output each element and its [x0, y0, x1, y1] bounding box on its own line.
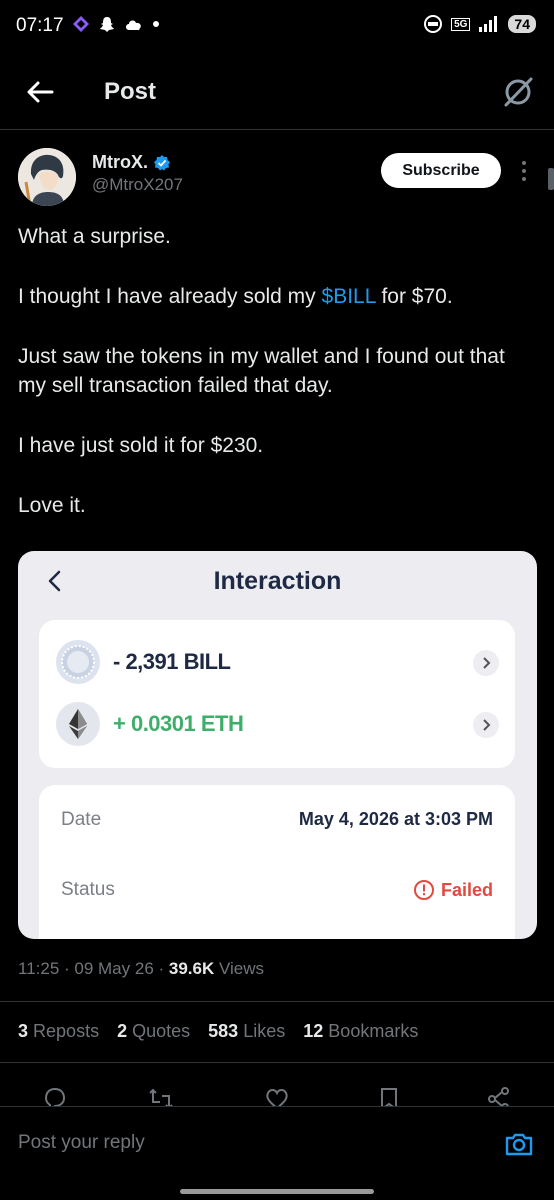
transaction-amount: + 0.0301 ETH — [113, 711, 244, 736]
divider — [0, 1062, 554, 1063]
signal-icon — [479, 16, 498, 32]
reply-input[interactable]: Post your reply — [18, 1132, 145, 1154]
page-title: Post — [104, 78, 157, 105]
post-date: 09 May 26 — [74, 959, 154, 978]
more-options-icon[interactable] — [516, 158, 532, 184]
post-meta: 11:25 · 09 May 26 · 39.6K Views — [18, 959, 265, 978]
attached-image[interactable]: Interaction - 2,391 BILL + 0.0301 ETH Da… — [18, 551, 537, 939]
dot-icon — [153, 21, 159, 27]
post-line: I thought I have already sold my $BILL f… — [18, 285, 453, 308]
share-icon[interactable] — [486, 1086, 512, 1106]
transaction-row-bill: - 2,391 BILL — [55, 639, 501, 685]
views-label: Views — [219, 959, 265, 978]
back-arrow-icon[interactable] — [24, 76, 56, 108]
scrollbar-thumb[interactable] — [548, 168, 554, 190]
grok-icon[interactable] — [500, 74, 536, 110]
network-label: 5G — [451, 17, 471, 31]
transaction-list: - 2,391 BILL + 0.0301 ETH — [39, 620, 515, 768]
date-label: Date — [61, 809, 102, 830]
status-time: 07:17 — [16, 15, 64, 36]
home-indicator[interactable] — [180, 1189, 374, 1194]
repost-icon[interactable] — [148, 1086, 174, 1106]
post-line: I have just sold it for $230. — [18, 434, 264, 457]
status-label: Status — [61, 879, 115, 900]
reposts-stat[interactable]: 3 Reposts — [18, 1021, 99, 1042]
cloud-icon — [126, 20, 141, 30]
author-name-row[interactable]: MtroX. — [92, 152, 171, 173]
post-body: What a surprise. I thought I have alread… — [18, 222, 538, 551]
alert-icon — [413, 880, 434, 900]
action-bar — [0, 1082, 554, 1106]
bookmarks-stat[interactable]: 12 Bookmarks — [303, 1021, 418, 1042]
reply-icon[interactable] — [42, 1086, 68, 1106]
transaction-amount: - 2,391 BILL — [113, 649, 231, 674]
bill-token-icon — [56, 640, 100, 684]
avatar[interactable] — [18, 148, 76, 206]
post-line: Just saw the tokens in my wallet and I f… — [18, 345, 505, 397]
engagement-stats: 3 Reposts 2 Quotes 583 Likes 12 Bookmark… — [18, 1021, 418, 1042]
top-bar: Post — [0, 56, 554, 130]
views-count: 39.6K — [168, 959, 215, 978]
post-time: 11:25 — [18, 959, 60, 978]
chevron-right-icon — [473, 650, 499, 676]
status-value: Failed — [440, 879, 493, 900]
post-line: What a surprise. — [18, 225, 171, 248]
transaction-row-eth: + 0.0301 ETH — [55, 701, 501, 747]
author-handle[interactable]: @MtroX207 — [92, 175, 183, 195]
app-notification-icon — [73, 16, 89, 32]
divider — [0, 1001, 554, 1002]
transaction-details: Date May 4, 2026 at 3:03 PM Status Faile… — [39, 785, 515, 939]
bookmark-icon[interactable] — [376, 1086, 402, 1106]
camera-icon[interactable] — [504, 1129, 534, 1159]
date-value: May 4, 2026 at 3:03 PM — [298, 809, 493, 829]
subscribe-button[interactable]: Subscribe — [381, 153, 501, 188]
likes-stat[interactable]: 583 Likes — [208, 1021, 285, 1042]
battery-indicator: 74 — [508, 15, 536, 33]
author-name[interactable]: MtroX. — [92, 152, 148, 173]
focus-mode-icon — [424, 15, 443, 33]
post-line: Love it. — [18, 494, 86, 517]
card-title: Interaction — [213, 567, 342, 595]
status-bar: 07:17 5G 74 — [0, 0, 554, 56]
status-value-row: Failed — [413, 879, 493, 901]
chevron-right-icon — [473, 712, 499, 738]
snapchat-icon — [100, 17, 114, 32]
reply-bar: Post your reply — [0, 1106, 554, 1200]
verified-badge-icon — [154, 154, 170, 170]
eth-token-icon — [56, 702, 100, 746]
quotes-stat[interactable]: 2 Quotes — [117, 1021, 190, 1042]
like-icon[interactable] — [264, 1086, 290, 1106]
cashtag-link[interactable]: $BILL — [322, 285, 376, 308]
